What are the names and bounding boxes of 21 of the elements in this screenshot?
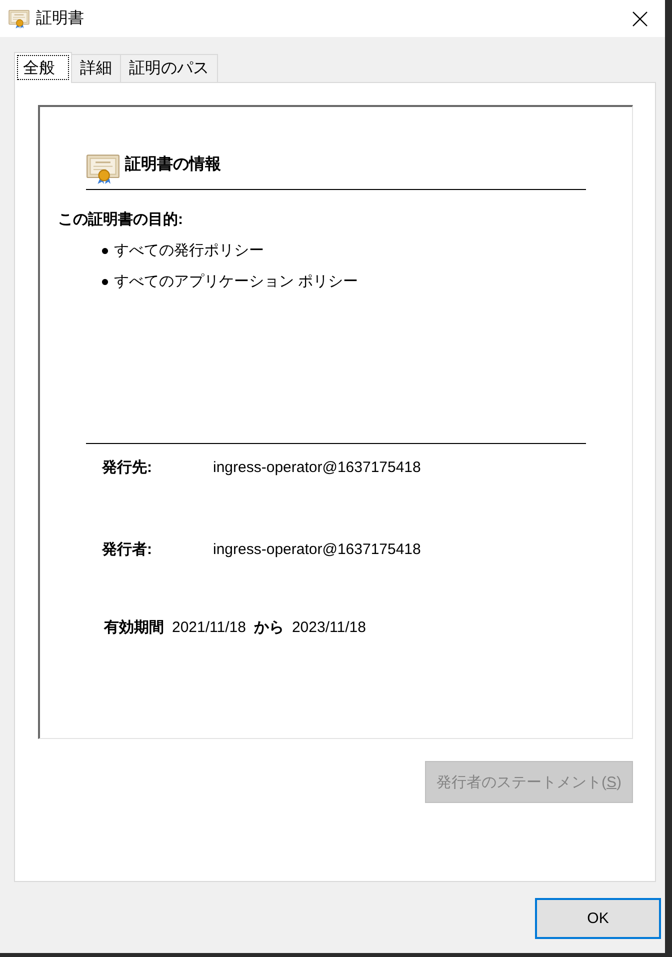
valid-from-date: 2021/11/18 (172, 619, 246, 636)
purpose-item: すべての発行ポリシー (114, 241, 264, 260)
close-icon[interactable] (631, 10, 649, 28)
issued-to-label: 発行先: (102, 458, 153, 476)
certificate-icon (8, 8, 30, 28)
ok-button[interactable]: OK (535, 898, 661, 939)
section-heading: 証明書の情報 (125, 154, 221, 175)
certificate-icon (86, 153, 120, 185)
bullet-icon (102, 248, 108, 254)
issued-by-value: ingress-operator@1637175418 (213, 540, 421, 558)
bullet-icon (102, 278, 108, 284)
tab[interactable]: 全般 (14, 52, 72, 83)
tab[interactable]: 証明のパス (120, 54, 218, 82)
from-to-word: から (254, 618, 284, 637)
issued-by-label: 発行者: (102, 540, 153, 558)
purpose-label: この証明書の目的: (58, 210, 184, 229)
window-title: 証明書 (36, 8, 84, 29)
valid-to-date: 2023/11/18 (292, 619, 366, 636)
purpose-item: すべてのアプリケーション ポリシー (114, 272, 358, 291)
issued-to-value: ingress-operator@1637175418 (213, 458, 421, 476)
validity-label: 有効期間 (104, 618, 164, 637)
